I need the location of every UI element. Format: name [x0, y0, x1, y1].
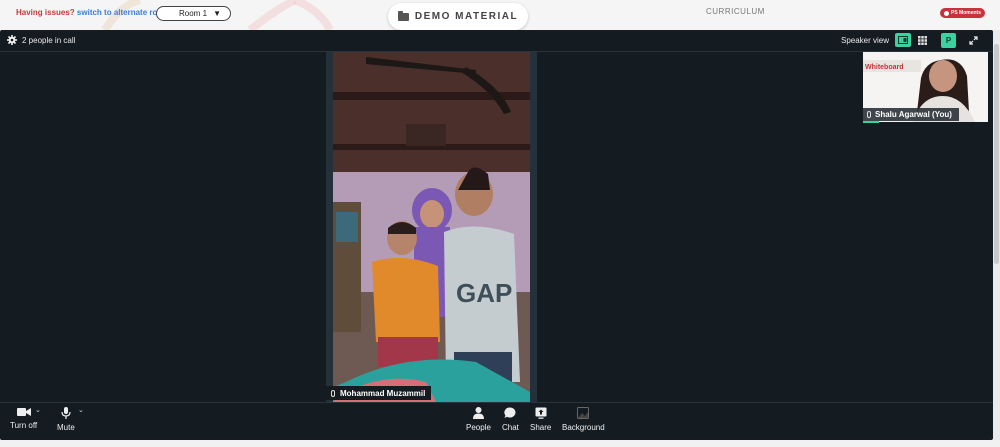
curriculum-tab[interactable]: CURRICULUM: [706, 7, 765, 16]
mic-options-chevron-icon[interactable]: ⌄: [78, 406, 84, 414]
self-video-name-tag: Shalu Agarwal (You): [863, 108, 959, 123]
background-button[interactable]: Background: [562, 407, 605, 432]
scrollbar-thumb[interactable]: [994, 44, 999, 264]
chat-bubble-icon: [504, 407, 516, 418]
top-bar: Having issues? switch to alternate room …: [0, 0, 1000, 30]
camera-toggle-button[interactable]: Turn off: [10, 407, 37, 430]
decorative-swoosh: [293, 0, 334, 30]
room-select[interactable]: Room 1 ▼: [156, 6, 231, 21]
mute-button[interactable]: Mute: [57, 407, 75, 432]
issue-notice: Having issues? switch to alternate room: [16, 8, 169, 17]
people-count: 2 people in call: [22, 36, 76, 45]
issue-question: Having issues?: [16, 8, 75, 17]
speaker-view-icon[interactable]: [895, 33, 911, 47]
camera-options-chevron-icon[interactable]: ⌄: [35, 406, 41, 414]
person-icon: [472, 407, 484, 419]
share-button[interactable]: Share: [530, 407, 551, 432]
chat-button[interactable]: Chat: [502, 407, 519, 432]
caret-down-icon: ▼: [213, 9, 221, 18]
record-dot-icon: [944, 10, 949, 16]
participant-initial-avatar[interactable]: P: [941, 33, 956, 48]
audio-level-indicator: [863, 121, 879, 123]
microphone-icon: [61, 407, 71, 419]
mic-icon: [331, 389, 335, 397]
main-video-participant-name: Mohammad Muzammil: [340, 388, 426, 398]
room-select-value: Room 1: [179, 9, 208, 18]
fullscreen-icon[interactable]: [966, 33, 981, 48]
grid-view-icon[interactable]: [914, 33, 930, 47]
background-label: Background: [562, 423, 605, 432]
camera-toggle-label: Turn off: [10, 421, 38, 430]
main-video-tile[interactable]: GAP: [326, 52, 537, 402]
mic-icon: [867, 111, 871, 118]
chat-label: Chat: [502, 423, 519, 432]
people-button[interactable]: People: [466, 407, 491, 432]
mute-label: Mute: [57, 423, 75, 432]
video-camera-icon: [16, 408, 31, 416]
share-screen-icon: [535, 407, 547, 419]
moments-label: PS Moments: [951, 10, 982, 16]
share-label: Share: [530, 423, 552, 432]
self-participant-name: Shalu Agarwal (You): [875, 110, 952, 119]
svg-text:GAP: GAP: [456, 278, 512, 308]
main-video-feed: GAP: [326, 52, 537, 402]
people-label: People: [466, 423, 491, 432]
gear-icon[interactable]: [7, 35, 17, 45]
main-video-name-tag: Mohammad Muzammil: [326, 386, 432, 400]
view-mode-label: Speaker view: [841, 36, 890, 45]
folder-icon: [397, 10, 409, 21]
background-icon: [577, 407, 590, 419]
self-view-overlay-text: Whiteboard: [865, 64, 904, 71]
call-area: 2 people in call Speaker view P GAP Moha…: [0, 30, 993, 440]
call-controls: Turn off ⌄ Mute ⌄ People Chat Share Back…: [0, 402, 993, 440]
call-header: 2 people in call Speaker view P: [0, 30, 993, 52]
demo-material-button[interactable]: DEMO MATERIAL: [388, 3, 528, 30]
demo-material-label: DEMO MATERIAL: [414, 11, 519, 22]
moments-badge[interactable]: PS Moments: [940, 8, 986, 18]
